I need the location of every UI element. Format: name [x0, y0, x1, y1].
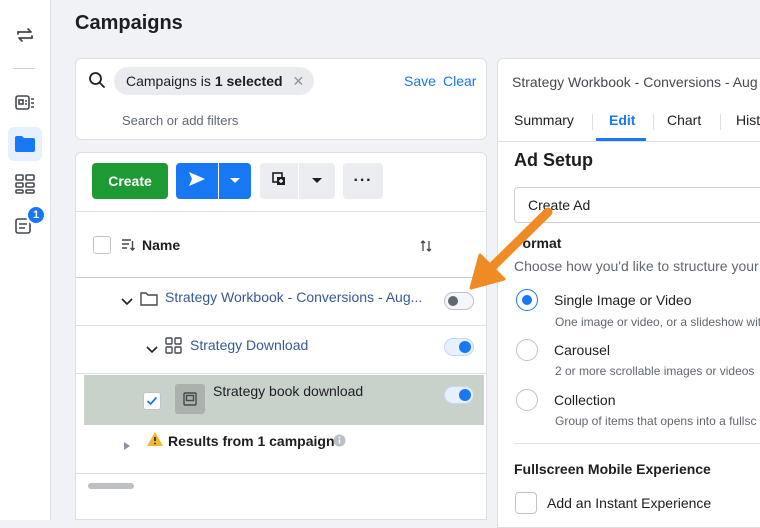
campaign-folder-icon	[140, 290, 158, 311]
format-option-label[interactable]: Collection	[554, 392, 615, 408]
editor-campaign-title: Strategy Workbook - Conversions - Aug	[512, 74, 758, 90]
clear-filter-link[interactable]: Clear	[443, 73, 476, 89]
ad-preview-icon	[183, 392, 197, 406]
fullscreen-heading: Fullscreen Mobile Experience	[514, 461, 711, 477]
ad-status-toggle[interactable]	[444, 386, 474, 404]
duplicate-button[interactable]	[260, 163, 298, 199]
format-option-desc: 2 or more scrollable images or videos	[555, 364, 755, 378]
search-icon[interactable]	[88, 71, 106, 94]
tab-separator	[592, 114, 593, 130]
tab-history[interactable]: Hist	[736, 112, 760, 128]
info-icon[interactable]	[333, 434, 346, 452]
section-divider	[514, 443, 760, 444]
search-filter-input[interactable]: Search or add filters	[122, 113, 238, 128]
format-radio-carousel[interactable]	[516, 339, 538, 361]
table-bottom-divider	[76, 473, 486, 474]
format-option-label[interactable]: Single Image or Video	[554, 292, 692, 308]
horizontal-scrollbar[interactable]	[88, 483, 134, 489]
ad-editor-panel: Strategy Workbook - Conversions - Aug Su…	[497, 58, 760, 528]
chevron-down-icon[interactable]	[146, 342, 158, 360]
tab-separator	[720, 114, 721, 130]
save-filter-link[interactable]: Save	[404, 73, 436, 89]
chevron-down-icon[interactable]	[121, 294, 133, 312]
warning-icon	[146, 431, 164, 452]
publish-dropdown-button[interactable]	[219, 163, 251, 199]
more-options-button[interactable]: ···	[343, 163, 383, 199]
select-all-checkbox[interactable]	[93, 236, 111, 254]
ad-set-name-link[interactable]: Strategy Download	[190, 337, 308, 353]
grid-icon[interactable]	[8, 167, 42, 201]
left-nav-rail: 1	[0, 0, 51, 520]
campaign-filter-chip[interactable]: Campaigns is 1 selected ✕	[114, 67, 315, 95]
caret-down-icon	[311, 172, 323, 190]
instant-experience-checkbox[interactable]	[515, 492, 537, 514]
table-row[interactable]: Strategy Workbook - Conversions - Aug...	[76, 277, 486, 325]
ad-set-status-toggle[interactable]	[444, 338, 474, 356]
editor-tabs: Summary Edit Chart Hist	[498, 101, 760, 142]
toolbar-divider	[76, 211, 486, 212]
tab-edit[interactable]: Edit	[609, 112, 635, 128]
rail-divider	[13, 68, 35, 69]
chip-prefix: Campaigns is	[126, 73, 211, 89]
row-divider	[76, 373, 486, 374]
format-option-desc: One image or video, or a slideshow wit	[555, 315, 760, 329]
results-summary-text: Results from 1 campaign	[168, 433, 335, 449]
chip-value: 1 selected	[214, 73, 283, 89]
table-row-selected[interactable]: Strategy book download	[84, 375, 484, 425]
send-icon	[188, 171, 206, 192]
format-option-desc: Group of items that opens into a fullsc	[555, 414, 757, 428]
ad-row-checkbox[interactable]	[143, 392, 161, 410]
ad-name-text[interactable]: Strategy book download	[213, 383, 363, 399]
format-option-label[interactable]: Carousel	[554, 342, 610, 358]
create-button[interactable]: Create	[92, 163, 168, 199]
duplicate-icon	[271, 171, 287, 192]
caret-right-icon[interactable]	[124, 437, 130, 455]
sort-icon[interactable]	[420, 239, 432, 257]
format-radio-collection[interactable]	[516, 389, 538, 411]
notification-badge: 1	[26, 205, 46, 225]
format-heading: Format	[514, 235, 562, 251]
page-title: Campaigns	[75, 12, 183, 34]
more-icon: ···	[353, 172, 373, 189]
ad-thumbnail	[175, 384, 205, 414]
campaign-table-panel: Create ··· Name Strategy Workbook - Conv…	[75, 152, 487, 520]
create-ad-select[interactable]: Create Ad	[514, 187, 760, 223]
column-header-name[interactable]: Name	[142, 237, 180, 253]
filter-panel: Campaigns is 1 selected ✕ Save Clear Sea…	[75, 58, 487, 140]
column-settings-icon[interactable]	[121, 238, 135, 257]
ad-setup-heading: Ad Setup	[514, 150, 593, 170]
tab-chart[interactable]: Chart	[667, 112, 701, 128]
remove-filter-icon[interactable]: ✕	[293, 73, 305, 90]
ad-set-grid-icon	[165, 337, 183, 360]
table-row[interactable]: Strategy Download	[76, 325, 486, 373]
tab-summary[interactable]: Summary	[514, 112, 574, 128]
active-tab-indicator	[596, 138, 646, 141]
tab-separator	[653, 114, 654, 130]
caret-down-icon	[229, 172, 241, 190]
format-radio-single-image[interactable]	[516, 289, 538, 311]
campaign-status-toggle[interactable]	[444, 292, 474, 310]
format-hint: Choose how you'd like to structure your	[514, 258, 759, 274]
campaign-name-link[interactable]: Strategy Workbook - Conversions - Aug...	[165, 289, 422, 305]
switch-arrows-icon[interactable]	[8, 18, 42, 52]
publish-button[interactable]	[176, 163, 218, 199]
campaigns-folder-icon[interactable]	[8, 127, 42, 161]
account-overview-icon[interactable]	[8, 86, 42, 120]
instant-experience-label[interactable]: Add an Instant Experience	[547, 495, 711, 511]
duplicate-dropdown-button[interactable]	[299, 163, 335, 199]
